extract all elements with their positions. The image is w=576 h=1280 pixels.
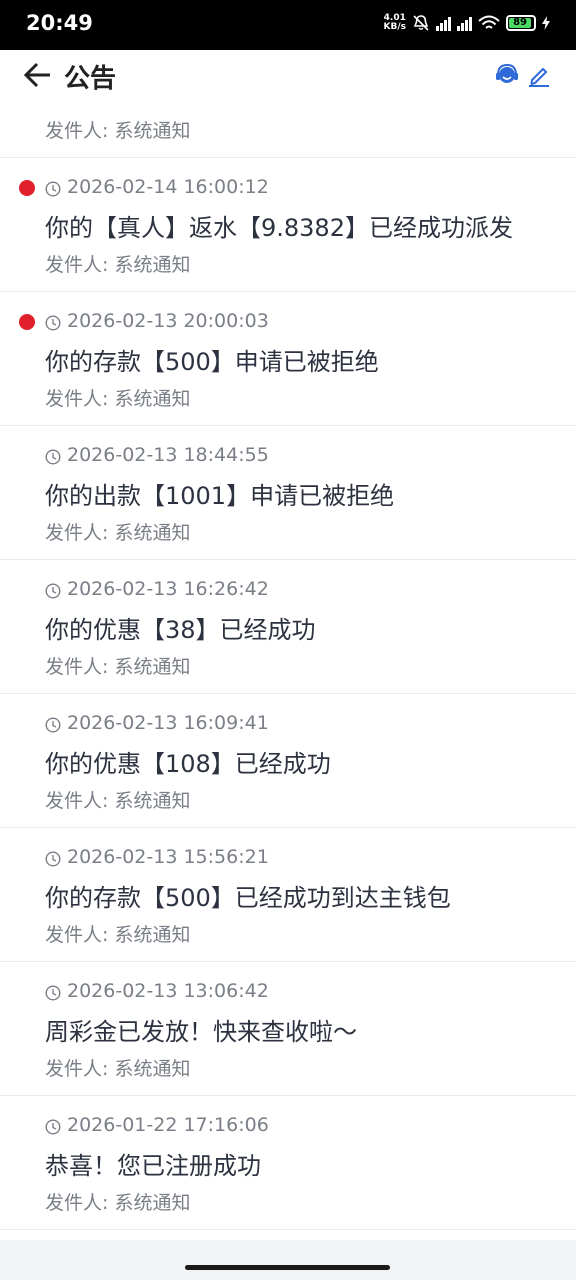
announcement-time: 2026-01-22 17:16:06: [67, 1114, 269, 1136]
header: 公告: [0, 50, 576, 100]
network-speed: 4.01 KB/s: [384, 14, 406, 32]
announcement-title: 你的存款【500】申请已被拒绝: [45, 348, 379, 376]
announcement-time: 2026-02-13 16:26:42: [67, 578, 269, 600]
announcement-list[interactable]: 发件人: 系统通知 2026-02-14 16:00:12 你的【真人】返水【9.8…: [0, 100, 576, 1240]
status-icons: 4.01 KB/s 89: [384, 14, 550, 32]
announcement-sender: 发件人: 系统通知: [45, 1192, 191, 1214]
announcement-time: 2026-02-13 20:00:03: [67, 310, 269, 332]
announcement-title: 你的优惠【38】已经成功: [45, 616, 316, 644]
battery-level: 89: [509, 18, 532, 28]
announcement-title: 周彩金已发放！快来查收啦～: [45, 1018, 357, 1046]
announcement-item[interactable]: 2026-02-13 15:56:21 你的存款【500】已经成功到达主钱包发件人…: [0, 828, 576, 962]
clock-icon: [45, 583, 61, 599]
announcement-list-inner: 发件人: 系统通知 2026-02-14 16:00:12 你的【真人】返水【9.8…: [0, 100, 576, 1230]
battery-icon: 89: [506, 15, 536, 31]
bell-muted-icon: [413, 15, 429, 31]
signal-strength-icon-2: [457, 15, 472, 31]
announcement-item[interactable]: 2026-02-14 16:00:12 你的【真人】返水【9.8382】已经成功派…: [0, 158, 576, 292]
announcement-item[interactable]: 2026-02-13 20:00:03 你的存款【500】申请已被拒绝发件人: 系…: [0, 292, 576, 426]
signal-strength-icon-1: [436, 15, 451, 31]
status-time: 20:49: [26, 11, 93, 35]
announcement-item[interactable]: 2026-02-13 13:06:42 周彩金已发放！快来查收啦～ 发件人: 系统通…: [0, 962, 576, 1096]
announcement-item[interactable]: 2026-01-22 17:16:06 恭喜！您已注册成功发件人: 系统通知: [0, 1096, 576, 1230]
edit-icon[interactable]: [526, 62, 552, 88]
announcement-title: 你的存款【500】已经成功到达主钱包: [45, 884, 451, 912]
back-arrow-icon[interactable]: [22, 60, 54, 90]
clock-icon: [45, 449, 61, 465]
clock-icon: [45, 1119, 61, 1135]
announcement-sender: 发件人: 系统通知: [45, 924, 191, 946]
announcement-title: 你的【真人】返水【9.8382】已经成功派发: [45, 214, 513, 242]
announcement-time: 2026-02-13 18:44:55: [67, 444, 269, 466]
announcement-item[interactable]: 发件人: 系统通知: [0, 100, 576, 158]
announcement-item[interactable]: 2026-02-13 18:44:55 你的出款【1001】申请已被拒绝发件人: …: [0, 426, 576, 560]
clock-icon: [45, 315, 61, 331]
announcement-item[interactable]: 2026-02-13 16:26:42 你的优惠【38】已经成功发件人: 系统通知: [0, 560, 576, 694]
clock-icon: [45, 851, 61, 867]
unread-dot: [19, 180, 35, 196]
announcement-sender: 发件人: 系统通知: [45, 790, 191, 812]
customer-service-icon[interactable]: [494, 62, 520, 88]
announcement-time: 2026-02-13 16:09:41: [67, 712, 269, 734]
announcement-sender: 发件人: 系统通知: [45, 522, 191, 544]
unread-dot: [19, 314, 35, 330]
bottom-area: [0, 1240, 576, 1280]
clock-icon: [45, 181, 61, 197]
network-speed-unit: KB/s: [383, 22, 406, 32]
announcement-time: 2026-02-13 13:06:42: [67, 980, 269, 1002]
announcement-title: 你的出款【1001】申请已被拒绝: [45, 482, 395, 510]
charging-icon: [542, 16, 550, 30]
announcement-sender: 发件人: 系统通知: [45, 120, 191, 142]
announcement-sender: 发件人: 系统通知: [45, 254, 191, 276]
announcement-time: 2026-02-14 16:00:12: [67, 176, 269, 198]
announcement-title: 恭喜！您已注册成功: [45, 1152, 261, 1180]
clock-icon: [45, 717, 61, 733]
clock-icon: [45, 985, 61, 1001]
announcement-sender: 发件人: 系统通知: [45, 1058, 191, 1080]
announcement-time: 2026-02-13 15:56:21: [67, 846, 269, 868]
announcement-sender: 发件人: 系统通知: [45, 388, 191, 410]
page-title: 公告: [64, 64, 117, 94]
announcement-sender: 发件人: 系统通知: [45, 656, 191, 678]
announcement-title: 你的优惠【108】已经成功: [45, 750, 331, 778]
status-bar: 20:49 4.01 KB/s 89: [0, 0, 576, 50]
announcement-item[interactable]: 2026-02-13 16:09:41 你的优惠【108】已经成功发件人: 系统通…: [0, 694, 576, 828]
home-indicator[interactable]: [185, 1265, 390, 1270]
wifi-icon: [478, 15, 500, 29]
